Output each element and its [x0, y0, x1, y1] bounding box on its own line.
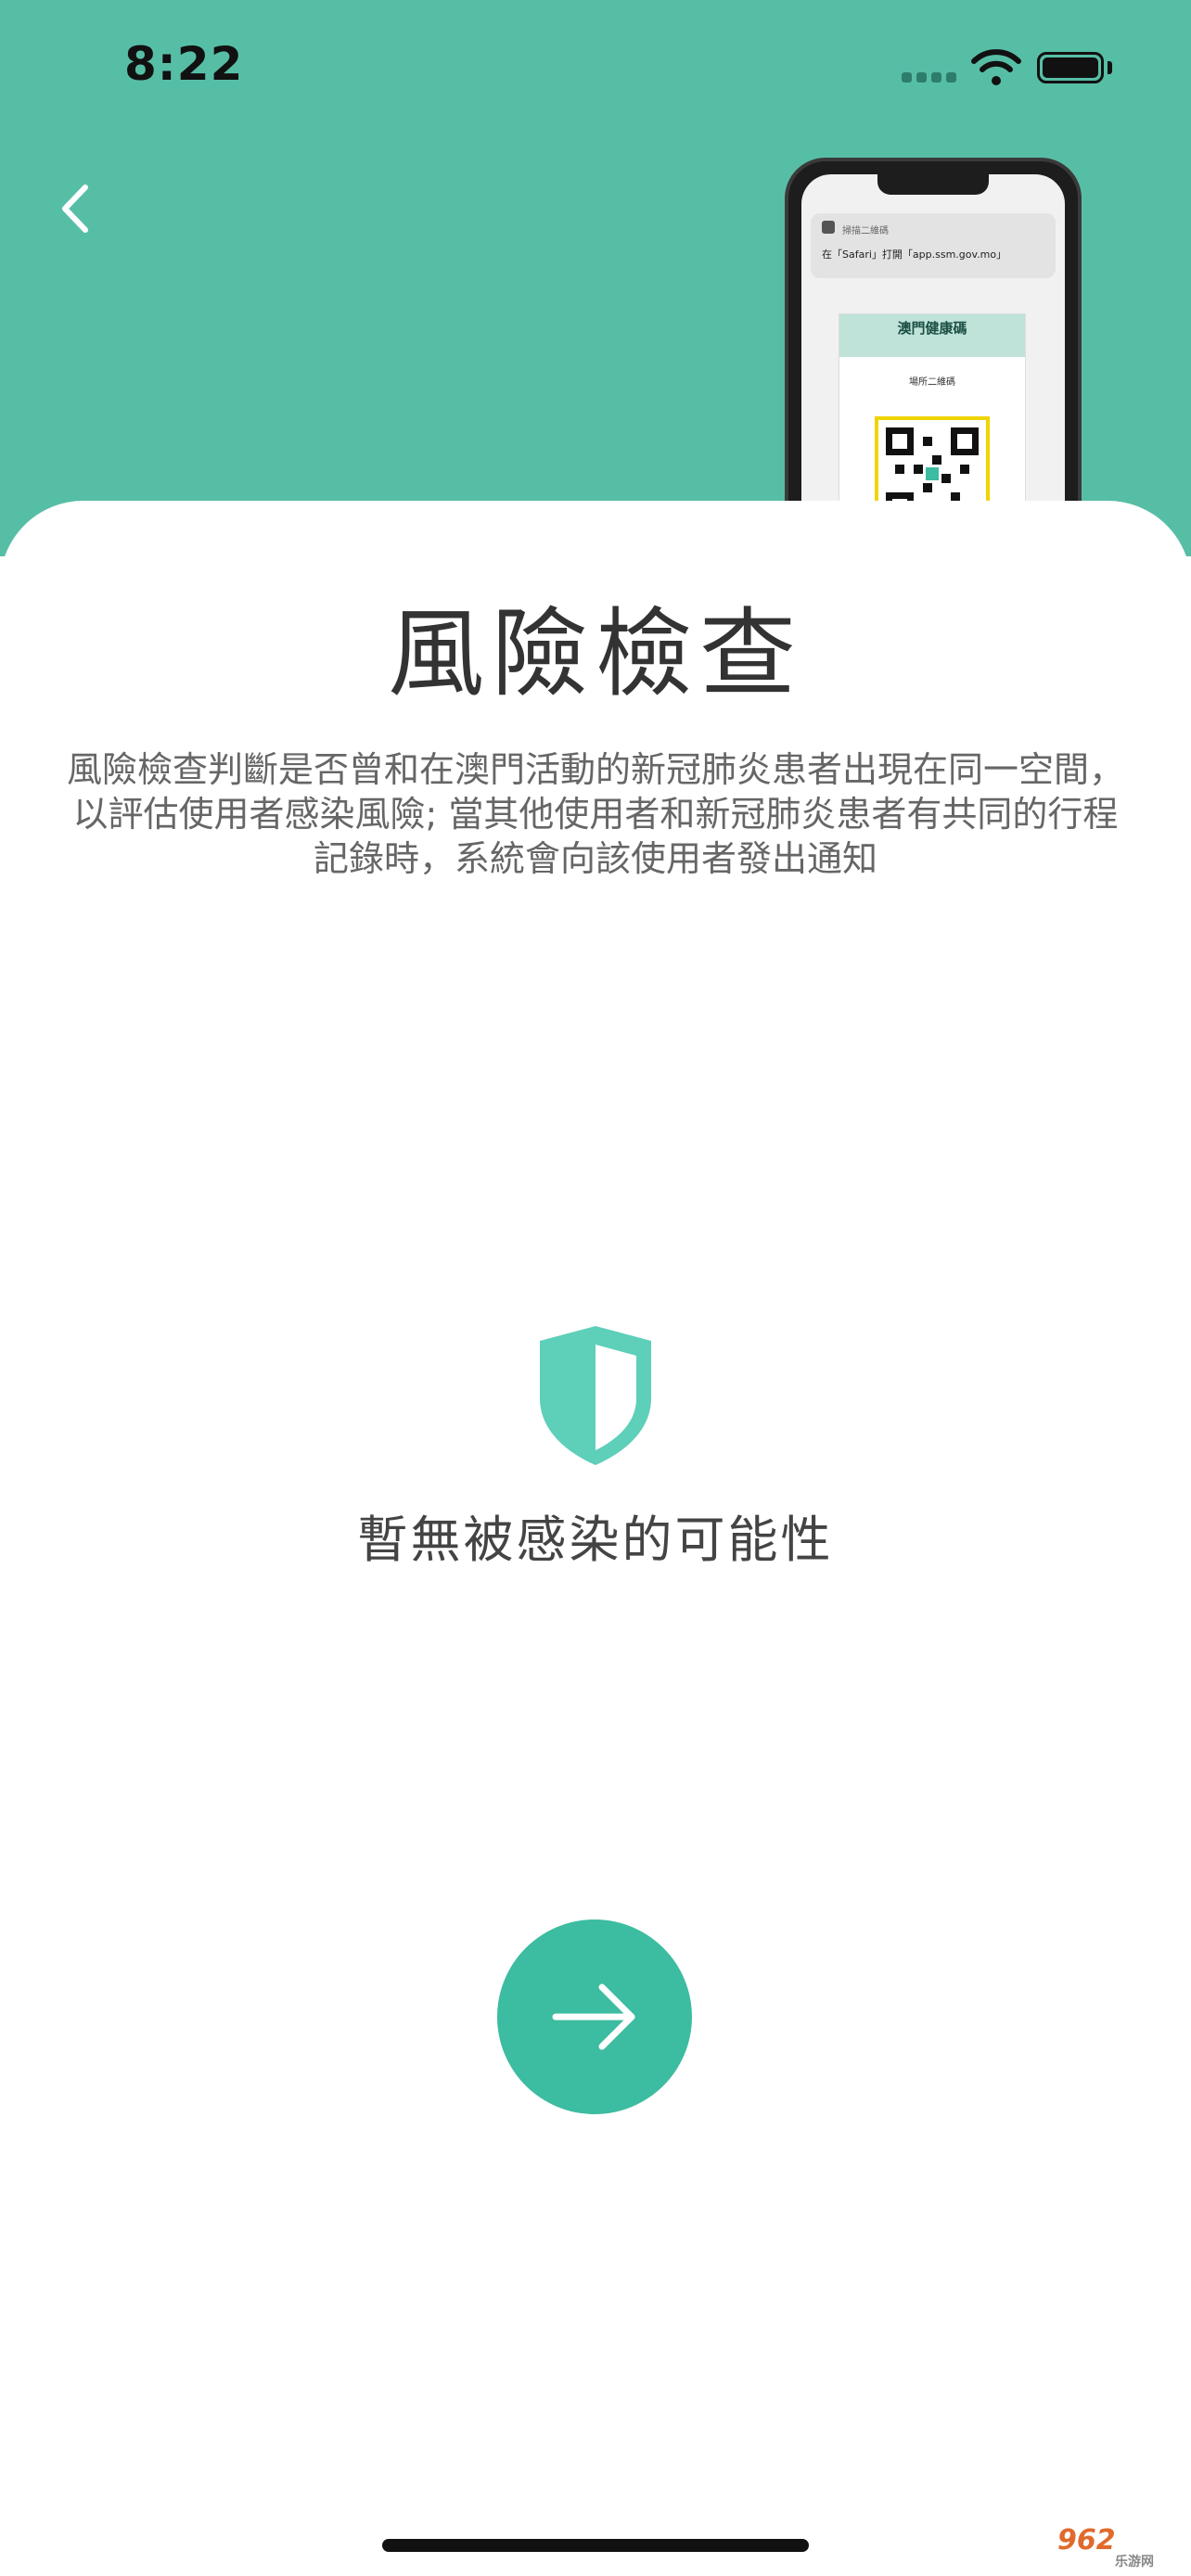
battery-tip — [1108, 61, 1112, 74]
arrow-right-icon — [552, 1983, 635, 2050]
page-title: 風險檢查 — [387, 597, 803, 710]
phone-notch — [877, 174, 989, 195]
card-title: 澳門健康碼 — [839, 314, 1025, 357]
scan-banner: 掃描二維碼 在「Safari」打開「app.ssm.gov.mo」 — [811, 213, 1056, 278]
watermark-sub: 乐游网 — [1115, 2555, 1154, 2570]
home-indicator[interactable] — [382, 2539, 809, 2552]
back-button[interactable] — [54, 178, 100, 239]
status-time: 8:22 — [124, 37, 244, 91]
risk-status-text: 暫無被感染的可能性 — [357, 1511, 834, 1569]
next-button[interactable] — [497, 1919, 692, 2114]
wifi-icon — [970, 46, 1022, 91]
cellular-signal-icon — [902, 69, 961, 86]
card-subtitle: 場所二維碼 — [909, 377, 955, 388]
header-banner: 8:22 掃描二維碼 在「Safari」打開「app.ssm.gov.mo」 澳… — [0, 0, 1191, 603]
watermark-brand: 962 — [1057, 2524, 1116, 2557]
shield-icon — [536, 1322, 655, 1471]
battery-icon — [1037, 52, 1104, 83]
chevron-left-icon — [62, 185, 88, 233]
watermark-logo: 962 乐游网 — [1057, 2524, 1187, 2570]
app-icon — [822, 221, 835, 234]
banner-title: 掃描二維碼 — [842, 226, 889, 236]
page-description: 風險檢查判斷是否曾和在澳門活動的新冠肺炎患者出現在同一空間，以評估使用者感染風險… — [67, 749, 1125, 879]
banner-text: 在「Safari」打開「app.ssm.gov.mo」 — [822, 249, 1007, 261]
